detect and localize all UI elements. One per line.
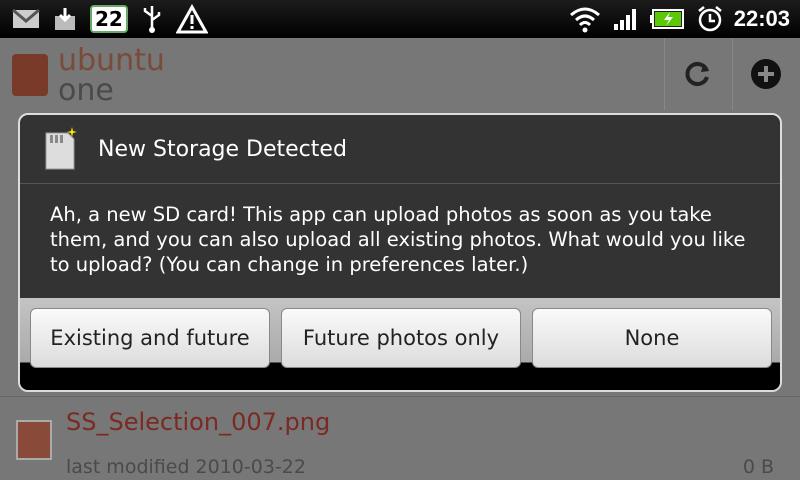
future-photos-only-button[interactable]: Future photos only bbox=[281, 308, 521, 368]
refresh-icon bbox=[685, 62, 709, 86]
existing-and-future-button[interactable]: Existing and future bbox=[30, 308, 270, 368]
download-icon bbox=[55, 8, 75, 30]
none-button[interactable]: None bbox=[532, 308, 772, 368]
status-bar-right: 22:03 bbox=[568, 4, 790, 34]
ubuntu-one-logo-icon bbox=[12, 54, 48, 96]
list-divider bbox=[0, 396, 800, 397]
usb-icon bbox=[143, 6, 161, 33]
file-name[interactable]: SS_Selection_007.png bbox=[66, 408, 330, 436]
file-modified: last modified 2010-03-22 bbox=[66, 456, 306, 478]
status-bar: 22 22:03 bbox=[0, 0, 800, 38]
clock: 22:03 bbox=[733, 6, 790, 31]
status-bar-left: 22 bbox=[12, 4, 208, 34]
dialog-title: New Storage Detected bbox=[98, 136, 347, 162]
logo-line-2: one bbox=[58, 73, 114, 108]
dialog-message: Ah, a new SD card! This app can upload p… bbox=[50, 203, 746, 276]
sd-card-icon bbox=[42, 127, 78, 171]
alarm-icon bbox=[697, 6, 722, 32]
dialog-header: New Storage Detected bbox=[20, 115, 780, 184]
file-type-icon bbox=[16, 420, 52, 460]
refresh-button[interactable] bbox=[664, 38, 731, 110]
gmail-icon bbox=[12, 8, 40, 28]
add-icon bbox=[751, 59, 781, 89]
app-logo-text: ubuntu one bbox=[58, 46, 165, 106]
notification-count-icon: 22 bbox=[90, 5, 128, 33]
new-storage-dialog: New Storage Detected Ah, a new SD card! … bbox=[18, 113, 782, 392]
warning-icon bbox=[175, 4, 208, 34]
add-button[interactable] bbox=[732, 38, 799, 110]
dialog-button-bar: Existing and future Future photos only N… bbox=[20, 298, 780, 390]
signal-icon bbox=[613, 9, 636, 30]
battery-charging-icon bbox=[649, 9, 684, 29]
wifi-icon bbox=[569, 7, 600, 33]
file-size: 0 B bbox=[742, 456, 774, 478]
